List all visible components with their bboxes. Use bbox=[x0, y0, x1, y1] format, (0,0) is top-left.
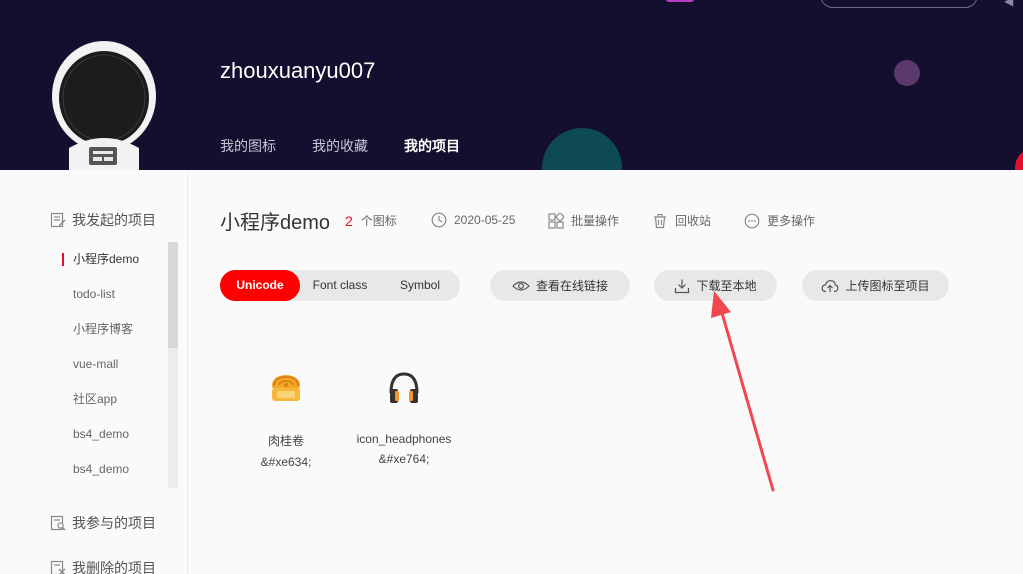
batch-operation-button[interactable]: 批量操作 bbox=[548, 212, 619, 229]
format-switcher: Unicode Font class Symbol bbox=[220, 270, 460, 301]
project-sidebar: 我发起的项目 小程序demo todo-list 小程序博客 vue-mall … bbox=[0, 170, 188, 574]
format-symbol-button[interactable]: Symbol bbox=[380, 270, 460, 301]
project-list: 小程序demo todo-list 小程序博客 vue-mall 社区app b… bbox=[60, 242, 178, 487]
project-date: 2020-05-25 bbox=[431, 212, 515, 228]
icon-count-label: 个图标 bbox=[360, 214, 397, 228]
download-local-label: 下载至本地 bbox=[696, 279, 757, 293]
sidebar-item-miniprogram-demo[interactable]: 小程序demo bbox=[60, 242, 178, 277]
more-operations-label: 更多操作 bbox=[767, 214, 816, 228]
headphones-icon bbox=[344, 360, 464, 416]
more-dots-icon bbox=[744, 213, 760, 228]
format-unicode-button[interactable]: Unicode bbox=[220, 270, 300, 301]
sidebar-group-label: 我发起的项目 bbox=[72, 212, 156, 228]
recycle-bin-button[interactable]: 回收站 bbox=[652, 212, 711, 229]
format-fontclass-button[interactable]: Font class bbox=[300, 270, 380, 301]
sidebar-group-deleted[interactable]: 我删除的项目 bbox=[50, 558, 156, 574]
speaker-icon[interactable]: ◀ bbox=[1004, 0, 1018, 8]
notification-badge[interactable] bbox=[666, 0, 694, 2]
project-date-text: 2020-05-25 bbox=[454, 213, 516, 227]
icon-unicode[interactable]: &#xe634; bbox=[226, 455, 346, 469]
icon-name: 肉桂卷 bbox=[267, 434, 304, 448]
sidebar-item-vue-mall[interactable]: vue-mall bbox=[60, 347, 178, 382]
sidebar-item-todo-list[interactable]: todo-list bbox=[60, 277, 178, 312]
username: zhouxuanyu007 bbox=[220, 58, 376, 83]
icon-card[interactable]: icon_headphones &#xe764; bbox=[344, 360, 464, 466]
eye-icon bbox=[512, 280, 530, 291]
sidebar-item-bs4-demo-2[interactable]: bs4_demo bbox=[60, 452, 178, 487]
clock-icon bbox=[431, 212, 447, 228]
sidebar-group-label: 我删除的项目 bbox=[72, 560, 156, 574]
grid-icon bbox=[548, 212, 564, 229]
icon-name: icon_headphones bbox=[356, 432, 452, 446]
sidebar-group-created[interactable]: 我发起的项目 bbox=[50, 210, 156, 230]
sidebar-group-label: 我参与的项目 bbox=[72, 515, 156, 531]
profile-header: ◀ zhouxuanyu007 我的图标 我的收藏 我的项目 bbox=[0, 0, 1023, 170]
icon-unicode[interactable]: &#xe764; bbox=[344, 452, 464, 466]
tab-my-favorites[interactable]: 我的收藏 bbox=[312, 130, 368, 170]
search-input[interactable] bbox=[820, 0, 978, 8]
cloud-upload-icon bbox=[822, 279, 839, 292]
document-delete-icon bbox=[50, 560, 66, 574]
astronaut-avatar[interactable] bbox=[51, 40, 157, 170]
recycle-bin-label: 回收站 bbox=[675, 214, 712, 228]
sidebar-item-community-app[interactable]: 社区app bbox=[60, 382, 178, 417]
download-local-button[interactable]: 下载至本地 bbox=[654, 270, 777, 301]
document-search-icon bbox=[50, 515, 66, 531]
view-online-link-button[interactable]: 查看在线链接 bbox=[490, 270, 630, 301]
profile-nav: 我的图标 我的收藏 我的项目 bbox=[220, 130, 496, 170]
trash-icon bbox=[654, 213, 666, 228]
sidebar-group-joined[interactable]: 我参与的项目 bbox=[50, 513, 156, 533]
tab-my-projects[interactable]: 我的项目 bbox=[404, 130, 460, 170]
decorative-planet bbox=[1015, 150, 1023, 170]
decorative-planet bbox=[894, 60, 920, 86]
icon-count-number: 2 bbox=[345, 212, 353, 229]
batch-operation-label: 批量操作 bbox=[571, 214, 620, 228]
download-icon bbox=[675, 279, 690, 293]
sidebar-item-bs4-demo[interactable]: bs4_demo bbox=[60, 417, 178, 452]
project-title: 小程序demo bbox=[220, 212, 331, 234]
icon-count: 2 个图标 bbox=[345, 212, 397, 229]
more-operations-button[interactable]: 更多操作 bbox=[744, 212, 815, 229]
sidebar-item-miniprogram-blog[interactable]: 小程序博客 bbox=[60, 312, 178, 347]
decorative-planet bbox=[542, 128, 622, 170]
view-online-link-label: 查看在线链接 bbox=[535, 279, 608, 293]
tab-my-icons[interactable]: 我的图标 bbox=[220, 130, 276, 170]
document-edit-icon bbox=[50, 212, 66, 228]
cinnamon-roll-icon bbox=[226, 360, 346, 416]
upload-icon-button[interactable]: 上传图标至项目 bbox=[802, 270, 949, 301]
icon-card[interactable]: 肉桂卷 &#xe634; bbox=[226, 360, 346, 469]
upload-icon-label: 上传图标至项目 bbox=[845, 279, 930, 293]
